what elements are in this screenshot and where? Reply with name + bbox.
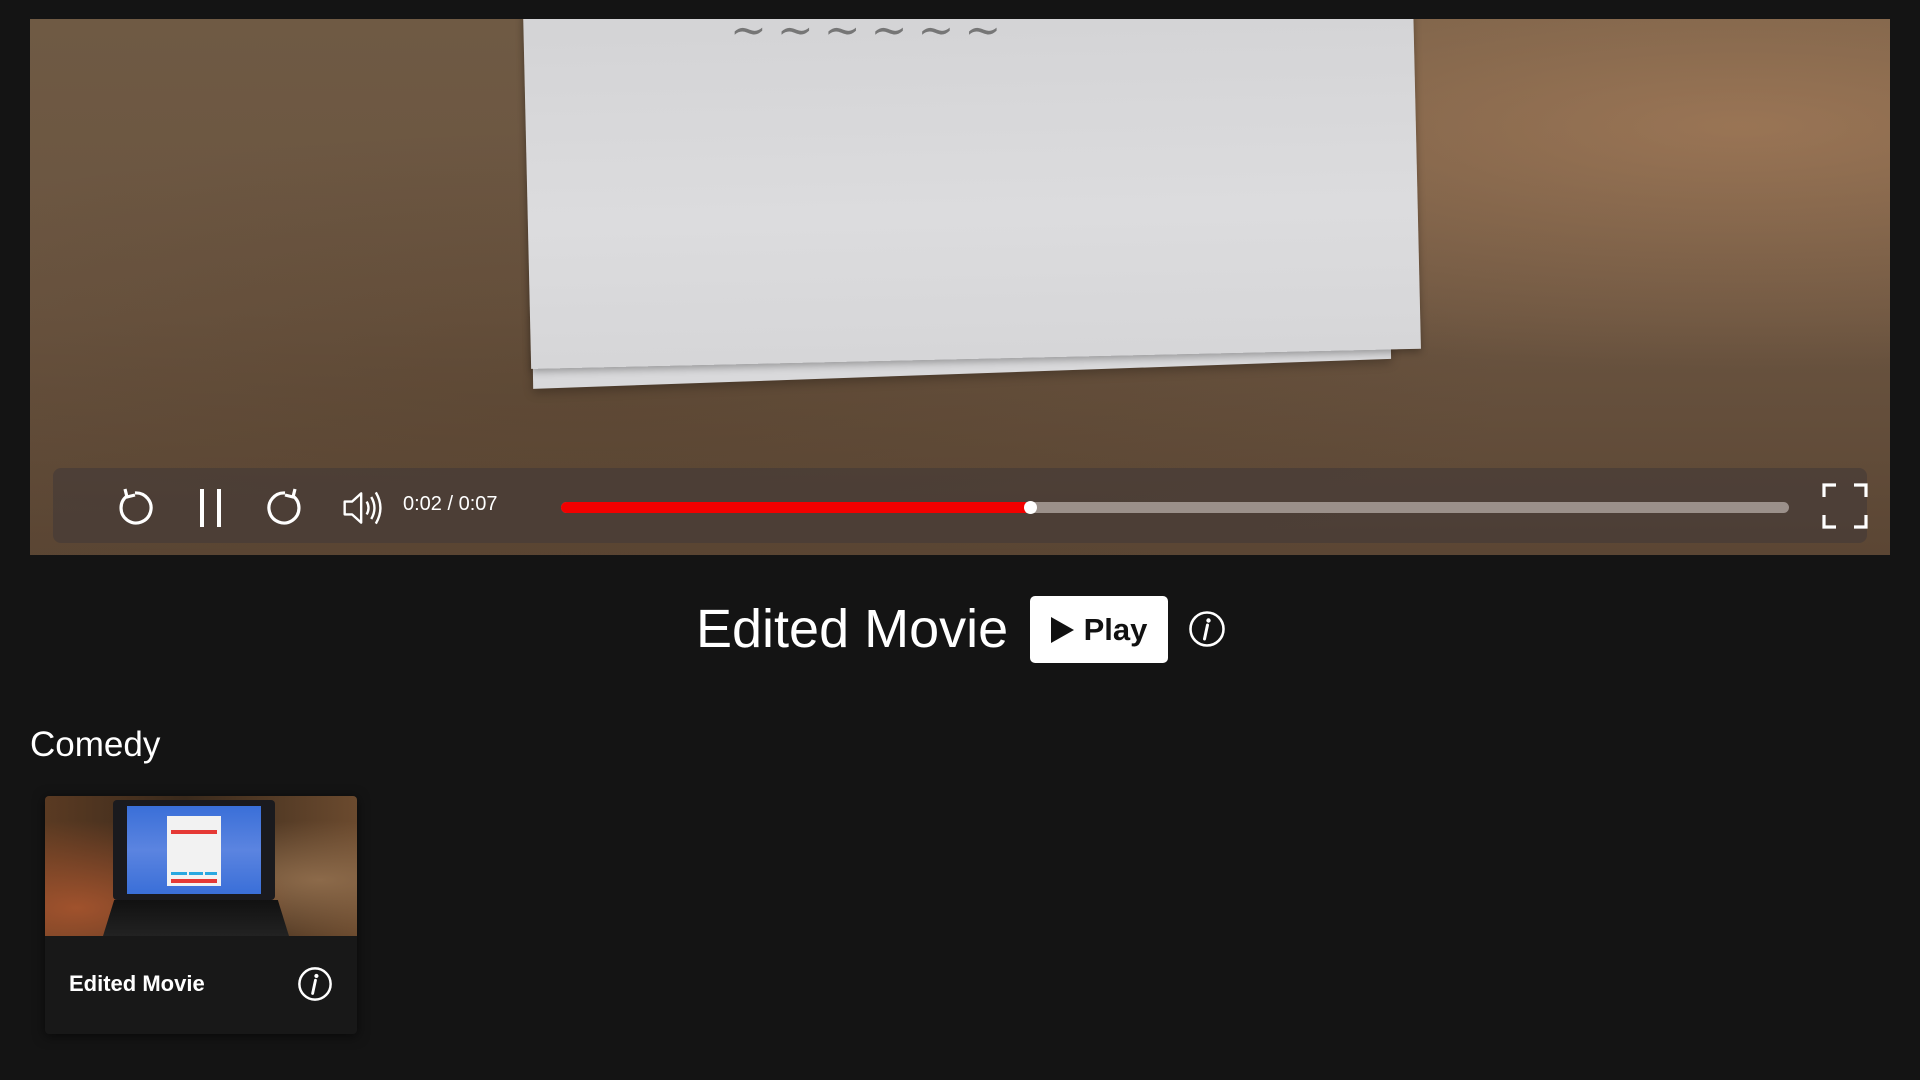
time-display: 0:02 / 0:07 [403,493,498,515]
pause-icon [200,489,221,527]
featured-info-button[interactable] [1188,610,1226,648]
row-title-comedy: Comedy [30,725,161,764]
thumbnail-form-button [205,872,217,875]
video-frame-handwriting: ~~~~~~ [730,19,1090,39]
thumbnail-form-bar [171,879,217,883]
fullscreen-icon [1822,483,1868,529]
featured-movie-title: Edited Movie [696,599,1009,659]
fullscreen-button[interactable] [1821,482,1869,530]
video-frame-paper [523,19,1421,369]
movie-card-title: Edited Movie [69,971,205,996]
volume-icon [343,491,382,525]
movie-card[interactable]: Edited Movie [45,796,357,1034]
movie-card-info-button[interactable] [297,966,333,1002]
featured-title-row: Edited Movie Play [0,596,1920,666]
player-controls: 0:02 / 0:07 [53,468,1869,543]
volume-button[interactable] [341,486,385,530]
top-bar [0,0,1920,19]
progress-thumb[interactable] [1024,501,1038,514]
thumbnail-laptop [113,800,275,900]
progress-fill [561,502,1031,513]
rewind-button[interactable] [113,486,157,530]
thumbnail-form-button [189,872,203,875]
play-button-label: Play [1083,611,1148,647]
progress-bar[interactable] [561,501,1789,514]
info-icon [298,967,332,1001]
info-icon [1189,611,1225,647]
thumbnail-form-bar [171,830,217,834]
movie-card-thumbnail [45,796,357,936]
video-player[interactable]: ~~~~~~ [30,19,1890,555]
rewind-icon [119,488,153,525]
thumbnail-laptop-display [127,806,261,894]
thumbnail-form-button [171,872,187,875]
pause-button[interactable] [189,486,233,530]
thumbnail-keyboard [103,900,289,936]
forward-icon [267,488,301,525]
thumbnail-form [167,816,221,886]
play-button[interactable]: Play [1030,596,1168,663]
forward-button[interactable] [263,486,307,530]
play-icon [1050,616,1074,643]
